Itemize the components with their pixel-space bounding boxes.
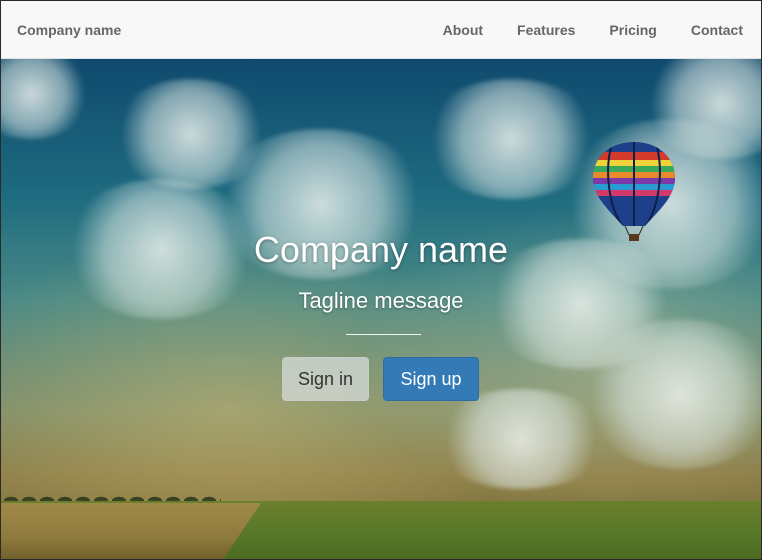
hero-tagline: Tagline message	[298, 288, 464, 313]
browser-viewport: Company name About Features Pricing Cont…	[0, 0, 762, 560]
nav-link-contact[interactable]: Contact	[691, 22, 743, 38]
nav-link-pricing[interactable]: Pricing	[609, 22, 656, 38]
nav-links: About Features Pricing Contact	[409, 22, 743, 38]
sign-in-button[interactable]: Sign in	[282, 357, 369, 401]
hero-title: Company name	[253, 229, 509, 270]
hero-divider	[346, 334, 421, 335]
nav-link-features[interactable]: Features	[517, 22, 575, 38]
sign-up-button[interactable]: Sign up	[383, 357, 479, 401]
navbar: Company name About Features Pricing Cont…	[1, 1, 761, 59]
nav-link-about[interactable]: About	[443, 22, 483, 38]
hero-content: Company name Tagline message Sign in Sig…	[1, 59, 761, 559]
navbar-brand[interactable]: Company name	[17, 22, 121, 38]
